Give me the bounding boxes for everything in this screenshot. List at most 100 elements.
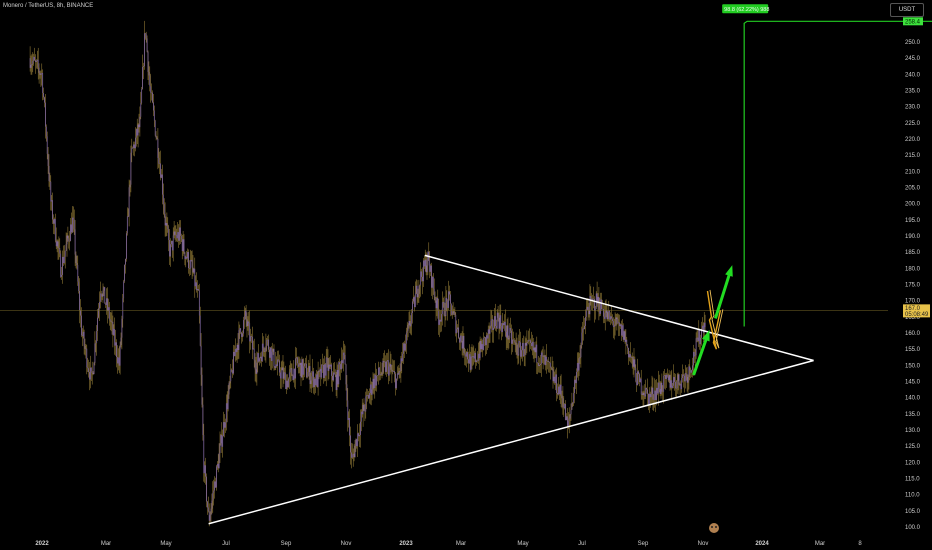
candle xyxy=(221,434,223,447)
candle xyxy=(95,342,97,344)
candle xyxy=(512,339,513,344)
candle xyxy=(81,335,83,337)
candle xyxy=(86,348,88,368)
candle xyxy=(432,276,433,288)
candle xyxy=(125,258,126,265)
candle xyxy=(333,372,334,381)
candle xyxy=(645,387,647,397)
candle xyxy=(531,342,532,347)
chart-container[interactable]: Monero / TetherUS, 8h, BINANCE USDT 98.8… xyxy=(0,0,932,550)
price-chart[interactable]: 98.8 (62.22%) 988 100.0 105.0 110.0 115.0 120… xyxy=(0,0,932,550)
candle xyxy=(392,370,394,372)
candle xyxy=(79,290,80,311)
candle xyxy=(54,218,56,241)
candle xyxy=(47,153,49,166)
candle xyxy=(473,356,475,359)
candle xyxy=(549,362,551,368)
candle xyxy=(480,340,482,350)
candle xyxy=(89,372,90,380)
candle xyxy=(514,341,516,343)
candle xyxy=(38,67,40,73)
candle xyxy=(44,97,45,103)
target-projection-line xyxy=(743,20,932,327)
candle xyxy=(379,374,381,376)
candle xyxy=(511,330,512,344)
candle xyxy=(233,351,234,374)
x-tick-label: Mar xyxy=(456,541,466,547)
x-tick-label: Mar xyxy=(101,541,111,547)
y-tick-label: 215.0 xyxy=(905,153,921,159)
candle xyxy=(305,363,306,365)
candle xyxy=(227,394,229,410)
candle xyxy=(531,341,533,347)
candle xyxy=(504,321,506,332)
candle xyxy=(696,337,698,339)
candle xyxy=(469,354,471,370)
candle xyxy=(140,102,142,117)
candle xyxy=(698,329,700,342)
candle xyxy=(390,364,392,370)
candle xyxy=(133,144,134,149)
candle xyxy=(609,310,611,320)
candle xyxy=(122,298,124,319)
candle xyxy=(374,374,376,389)
candle xyxy=(647,389,648,394)
candle xyxy=(178,232,179,241)
candle xyxy=(693,351,695,357)
y-tick-label: 245.0 xyxy=(905,56,921,62)
candle xyxy=(119,345,121,366)
candle xyxy=(197,289,198,291)
candle xyxy=(560,384,562,396)
candle xyxy=(524,343,526,355)
candle xyxy=(691,370,692,373)
candle xyxy=(109,319,111,321)
y-tick-label: 185.0 xyxy=(905,250,921,256)
candle xyxy=(470,356,472,370)
candle xyxy=(153,102,154,111)
candle xyxy=(252,348,254,350)
candle xyxy=(606,310,608,320)
candle xyxy=(81,315,82,336)
candle xyxy=(567,420,569,427)
candle xyxy=(482,344,484,351)
candle xyxy=(644,395,646,397)
candle xyxy=(369,393,370,399)
candle xyxy=(639,374,640,383)
y-tick-label: 210.0 xyxy=(905,169,921,175)
candle xyxy=(144,33,146,34)
candle xyxy=(230,369,232,382)
candle xyxy=(502,323,503,333)
candle xyxy=(537,362,539,364)
candle xyxy=(484,337,485,339)
candle xyxy=(450,294,451,304)
candle xyxy=(248,321,250,324)
candle xyxy=(303,366,305,375)
candle xyxy=(212,492,214,501)
candle xyxy=(120,337,122,346)
candle xyxy=(270,347,271,358)
candle xyxy=(466,352,467,357)
candle xyxy=(243,315,245,321)
y-tick-label: 105.0 xyxy=(905,509,921,515)
candle xyxy=(462,335,464,349)
candle xyxy=(508,338,510,340)
candle xyxy=(673,377,674,386)
x-tick-label: Jul xyxy=(222,541,230,547)
candle xyxy=(681,377,683,390)
candle xyxy=(207,501,208,508)
candle xyxy=(433,288,435,297)
candle xyxy=(458,327,459,338)
candle xyxy=(129,184,131,188)
candle xyxy=(69,240,71,242)
candle xyxy=(241,332,242,337)
candle xyxy=(131,147,133,153)
candle xyxy=(76,263,78,265)
candle xyxy=(488,329,490,334)
candle xyxy=(604,312,606,319)
candle xyxy=(93,362,95,375)
candle xyxy=(521,350,522,357)
candle xyxy=(576,372,577,384)
candle xyxy=(414,297,415,308)
candle xyxy=(375,374,377,386)
candle xyxy=(336,370,338,391)
